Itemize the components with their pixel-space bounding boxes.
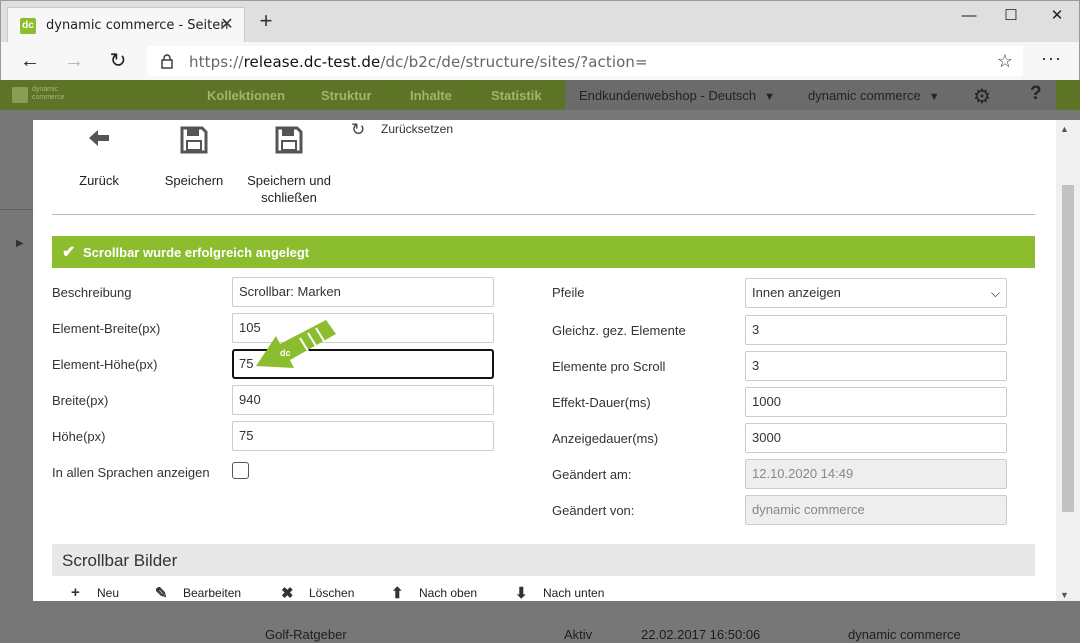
divider: [52, 214, 1035, 215]
maximize-icon[interactable]: ☐: [991, 5, 1031, 29]
section-title: Scrollbar Bilder: [62, 551, 178, 570]
bg-row-date: 22.02.2017 16:50:06: [641, 627, 761, 642]
height-input[interactable]: 75: [232, 421, 494, 451]
close-tab-icon[interactable]: ✕: [218, 16, 236, 34]
width-label: Breite(px): [52, 393, 109, 408]
effect-duration-input[interactable]: 1000: [745, 387, 1007, 417]
scroll-up-icon[interactable]: ▲: [1060, 124, 1069, 134]
elements-per-scroll-label: Elemente pro Scroll: [552, 359, 666, 374]
width-input[interactable]: 940: [232, 385, 494, 415]
all-languages-label: In allen Sprachen anzeigen: [52, 465, 210, 480]
bg-row-user: dynamic commerce: [848, 627, 961, 642]
divider: [0, 209, 33, 210]
url-input[interactable]: https://release.dc-test.de/dc/b2c/de/str…: [147, 46, 1023, 76]
checkmark-icon: ✔: [62, 244, 76, 261]
nav-struktur[interactable]: Struktur: [321, 88, 372, 103]
description-input[interactable]: Scrollbar: Marken: [232, 277, 494, 307]
svg-text:dc: dc: [280, 348, 291, 358]
pencil-icon: ✎: [155, 585, 168, 601]
url-text: https://release.dc-test.de/dc/b2c/de/str…: [189, 53, 648, 71]
floppy-disk-icon: [180, 126, 208, 154]
move-down-label: Nach unten: [543, 586, 605, 600]
delete-label: Löschen: [309, 586, 355, 600]
edit-scrollbar-modal: Zurück Speichern Speichern und schließen …: [33, 120, 1056, 601]
changed-at-label: Geändert am:: [552, 467, 632, 482]
back-button[interactable]: Zurück: [73, 126, 125, 189]
annotation-arrow-icon: dc: [256, 320, 336, 368]
minimize-icon[interactable]: —: [949, 5, 989, 29]
elements-per-scroll-input[interactable]: 3: [745, 351, 1007, 381]
expand-arrow-icon: ▶: [16, 238, 24, 249]
browser-tab-bar: dc dynamic commerce - Seiten ✕ + — ☐ ✕: [0, 0, 1080, 43]
arrows-select[interactable]: Innen anzeigen ⌵: [745, 278, 1007, 308]
display-duration-label: Anzeigedauer(ms): [552, 431, 659, 446]
favicon-icon: dc: [20, 18, 36, 34]
move-up-label: Nach oben: [419, 586, 478, 600]
arrow-left-icon: [89, 130, 109, 146]
nav-inhalte[interactable]: Inhalte: [410, 88, 452, 103]
bg-row-name: Golf-Ratgeber: [265, 627, 347, 642]
display-duration-input[interactable]: 3000: [745, 423, 1007, 453]
edit-label: Bearbeiten: [183, 586, 242, 600]
save-and-close-label: Speichern und schließen: [247, 173, 331, 205]
save-button-label: Speichern: [164, 173, 224, 188]
arrows-select-value: Innen anzeigen: [752, 285, 841, 300]
all-languages-checkbox[interactable]: [232, 462, 249, 479]
x-icon: ✖: [281, 585, 294, 601]
browser-toolbar: ← → ↻ https://release.dc-test.de/dc/b2c/…: [0, 42, 1080, 80]
changed-by-label: Geändert von:: [552, 503, 635, 518]
gear-icon[interactable]: ⚙: [973, 84, 991, 109]
description-label: Beschreibung: [52, 285, 132, 300]
nav-statistik[interactable]: Statistik: [491, 88, 542, 103]
shop-selector[interactable]: Endkundenwebshop - Deutsch ▼: [579, 88, 775, 103]
plus-icon: +: [71, 584, 80, 601]
simultaneous-elements-label: Gleichz. gez. Elemente: [552, 323, 686, 338]
app-logo: dynamic commerce: [12, 86, 76, 104]
changed-by-field: dynamic commerce: [745, 495, 1007, 525]
success-alert: ✔ Scrollbar wurde erfolgreich angelegt: [52, 236, 1035, 268]
scroll-down-icon[interactable]: ▼: [1060, 590, 1069, 600]
nav-kollektionen[interactable]: Kollektionen: [207, 88, 285, 103]
help-icon[interactable]: ?: [1030, 83, 1042, 105]
reload-icon[interactable]: ↻: [105, 48, 131, 74]
app-top-right: Endkundenwebshop - Deutsch ▼ dynamic comm…: [565, 80, 1056, 110]
save-button[interactable]: Speichern: [161, 126, 227, 189]
simultaneous-elements-input[interactable]: 3: [745, 315, 1007, 345]
new-label: Neu: [97, 586, 120, 600]
scrollbar-thumb[interactable]: [1062, 185, 1074, 512]
forward-arrow-icon[interactable]: →: [61, 48, 87, 74]
tab-title: dynamic commerce - Seiten: [46, 18, 229, 33]
company-selector[interactable]: dynamic commerce ▼: [808, 88, 940, 103]
arrows-label: Pfeile: [552, 285, 585, 300]
back-arrow-icon[interactable]: ←: [17, 48, 43, 74]
new-tab-icon[interactable]: +: [254, 10, 278, 34]
arrow-down-icon: ⬇: [515, 585, 528, 601]
changed-at-field: 12.10.2020 14:49: [745, 459, 1007, 489]
lock-icon: [161, 54, 173, 69]
chevron-down-icon: ⌵: [990, 286, 1000, 300]
window-close-icon[interactable]: ✕: [1037, 5, 1077, 29]
scrollbar-images-header: Scrollbar Bilder: [52, 544, 1035, 576]
reset-label: Zurücksetzen: [381, 122, 454, 136]
browser-tab[interactable]: dc dynamic commerce - Seiten ✕: [7, 7, 245, 43]
success-message: Scrollbar wurde erfolgreich angelegt: [83, 245, 310, 260]
favorite-star-icon[interactable]: ☆: [997, 51, 1013, 72]
reset-icon: ↻: [351, 120, 366, 139]
floppy-disk-icon: [275, 126, 303, 154]
back-button-label: Zurück: [79, 173, 119, 188]
arrow-up-icon: ⬆: [391, 585, 404, 601]
element-height-label: Element-Höhe(px): [52, 357, 158, 372]
more-menu-icon[interactable]: ···: [1041, 48, 1062, 69]
height-label: Höhe(px): [52, 429, 106, 444]
save-and-close-button[interactable]: Speichern und schließen: [243, 126, 335, 206]
bg-row-status: Aktiv: [564, 627, 593, 642]
effect-duration-label: Effekt-Dauer(ms): [552, 395, 651, 410]
element-width-label: Element-Breite(px): [52, 321, 161, 336]
